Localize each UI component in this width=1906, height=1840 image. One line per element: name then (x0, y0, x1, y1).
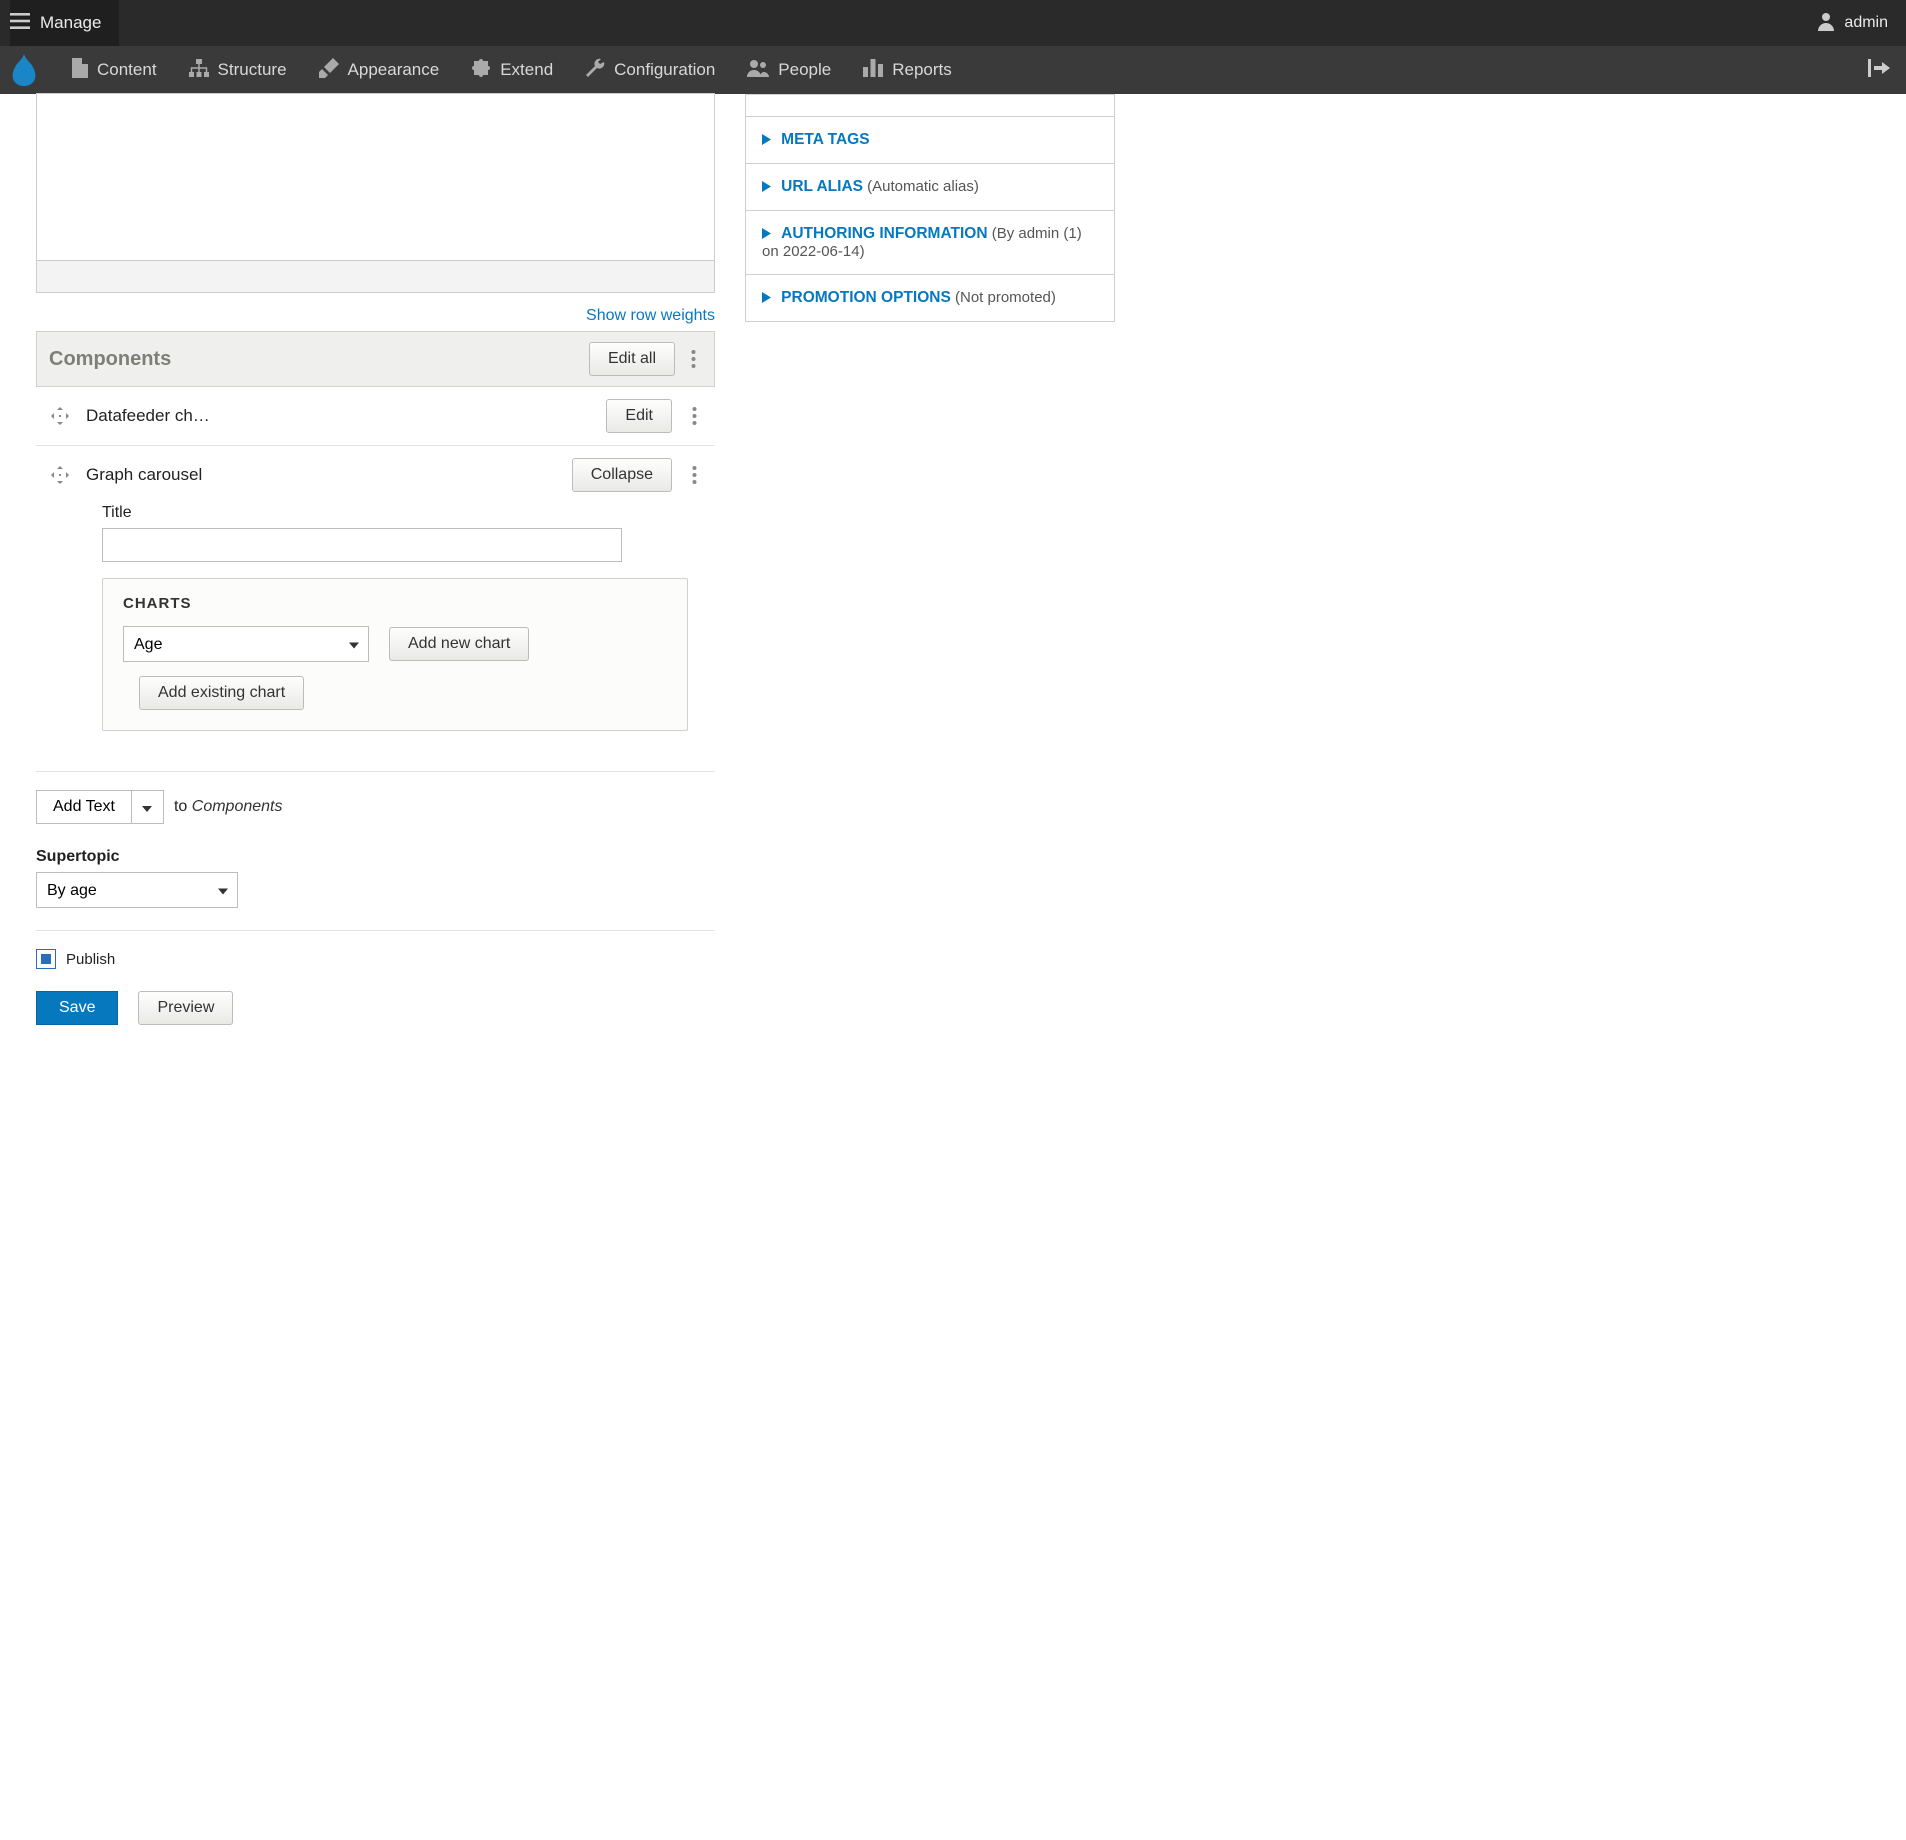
divider (36, 771, 715, 772)
add-new-chart-button[interactable]: Add new chart (389, 627, 529, 661)
add-existing-chart-button[interactable]: Add existing chart (139, 676, 304, 710)
triangle-right-icon (762, 179, 771, 196)
edit-all-button[interactable]: Edit all (589, 342, 675, 376)
paintbrush-icon (319, 58, 339, 83)
toolbar-item-extend[interactable]: Extend (455, 46, 569, 94)
preview-button[interactable]: Preview (138, 991, 233, 1025)
chevron-down-icon (142, 800, 152, 815)
toolbar-item-configuration[interactable]: Configuration (569, 46, 731, 94)
components-header: Components Edit all (36, 331, 715, 387)
toolbar-item-structure[interactable]: Structure (173, 46, 303, 94)
components-heading: Components (49, 348, 579, 371)
edit-button[interactable]: Edit (606, 399, 672, 433)
toolbar-item-appearance[interactable]: Appearance (303, 46, 456, 94)
puzzle-icon (471, 58, 491, 83)
node-settings-panel: META TAGS URL ALIAS (Automatic alias) AU… (745, 94, 1115, 322)
component-row-datafeeder: Datafeeder ch… Edit (36, 387, 715, 446)
file-icon (72, 58, 88, 83)
graph-carousel-body: Title CHARTS Age Add new chart (36, 504, 715, 749)
triangle-right-icon (762, 132, 771, 149)
drupal-logo-icon[interactable] (6, 54, 42, 86)
supertopic-label: Supertopic (36, 848, 715, 866)
side-item-url-alias[interactable]: URL ALIAS (Automatic alias) (746, 163, 1114, 210)
toolbar-label: Reports (892, 60, 952, 80)
people-icon (747, 59, 769, 82)
drag-handle-icon[interactable] (48, 466, 72, 484)
save-button[interactable]: Save (36, 991, 118, 1025)
side-panel-top-slice (746, 94, 1114, 116)
manage-label: Manage (40, 13, 101, 33)
add-dropdown-toggle[interactable] (132, 790, 164, 824)
hamburger-icon (10, 13, 30, 33)
divider (36, 930, 715, 931)
bar-chart-icon (863, 59, 883, 82)
kebab-icon[interactable] (686, 406, 703, 426)
add-component-row: Add Text to Components (36, 790, 715, 824)
show-row-weights-link[interactable]: Show row weights (586, 307, 715, 324)
publish-row: Publish (36, 949, 715, 969)
collapse-tray-icon[interactable] (1858, 59, 1900, 81)
toolbar-item-content[interactable]: Content (56, 46, 173, 94)
toolbar-item-reports[interactable]: Reports (847, 46, 968, 94)
toolbar-item-people[interactable]: People (731, 46, 847, 94)
triangle-right-icon (762, 290, 771, 307)
topbar: Manage admin (0, 0, 1906, 46)
checkbox-checked-icon (41, 954, 51, 964)
admin-toolbar: Content Structure Appearance Extend Conf… (0, 46, 1906, 94)
kebab-icon[interactable] (686, 465, 703, 485)
user-menu[interactable]: admin (1816, 11, 1896, 35)
supertopic-select[interactable]: By age (36, 872, 238, 908)
toolbar-label: Extend (500, 60, 553, 80)
add-suffix: to Components (174, 798, 283, 816)
charts-legend: CHARTS (123, 595, 667, 612)
side-item-promotion[interactable]: PROMOTION OPTIONS (Not promoted) (746, 274, 1114, 321)
triangle-right-icon (762, 226, 771, 243)
wrench-icon (585, 58, 605, 83)
supertopic-block: Supertopic By age (36, 848, 715, 908)
component-row-graph-carousel: Graph carousel Collapse (36, 446, 715, 504)
toolbar-label: Structure (218, 60, 287, 80)
publish-label: Publish (66, 951, 115, 968)
toolbar-label: Appearance (348, 60, 440, 80)
side-item-authoring[interactable]: AUTHORING INFORMATION (By admin (1) on 2… (746, 210, 1114, 274)
title-input[interactable] (102, 528, 622, 562)
chart-type-select[interactable]: Age (123, 626, 369, 662)
toolbar-label: Content (97, 60, 157, 80)
title-field-label: Title (102, 504, 715, 522)
charts-fieldset: CHARTS Age Add new chart Add existing ch… (102, 578, 688, 731)
component-label: Datafeeder ch… (86, 406, 592, 426)
add-text-button[interactable]: Add Text (36, 790, 132, 824)
user-name: admin (1844, 14, 1888, 32)
manage-toggle[interactable]: Manage (10, 0, 119, 46)
collapse-button[interactable]: Collapse (572, 458, 672, 492)
body-textarea-footer (36, 261, 715, 293)
toolbar-label: Configuration (614, 60, 715, 80)
side-item-meta-tags[interactable]: META TAGS (746, 116, 1114, 163)
kebab-icon[interactable] (685, 349, 702, 369)
component-label: Graph carousel (86, 465, 558, 485)
publish-checkbox[interactable] (36, 949, 56, 969)
toolbar-label: People (778, 60, 831, 80)
body-textarea[interactable] (36, 93, 715, 261)
user-icon (1816, 11, 1836, 35)
drag-handle-icon[interactable] (48, 407, 72, 425)
hierarchy-icon (189, 59, 209, 82)
